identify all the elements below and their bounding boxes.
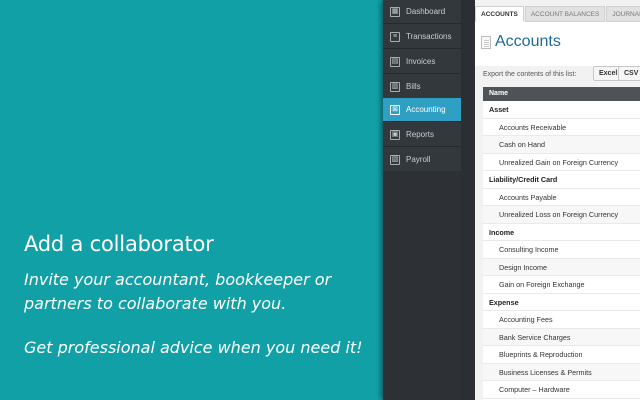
page-title: Accounts: [495, 33, 561, 50]
sidebar-item-label: Dashboard: [406, 7, 446, 16]
tab-accounts[interactable]: ACCOUNTS: [475, 6, 524, 22]
account-group-row: Liability/Credit Card: [483, 171, 640, 189]
sidebar-item-label: Payroll: [406, 155, 431, 164]
tab-journal[interactable]: JOURNAL: [606, 6, 640, 22]
accounts-table: Name Asset Accounts Receivable Cash on Han…: [483, 87, 640, 400]
accounting-icon: ⊠: [390, 104, 400, 115]
tab-account-balances[interactable]: ACCOUNT BALANCES: [524, 6, 606, 22]
bill-icon: ▥: [390, 81, 400, 92]
invoice-icon: ▤: [390, 56, 400, 67]
account-row[interactable]: Cash on Hand: [483, 136, 640, 154]
sidebar-item-dashboard[interactable]: ▦ Dashboard: [383, 0, 461, 24]
main-content: ACCOUNTS ACCOUNT BALANCES JOURNAL Accoun…: [475, 0, 640, 400]
account-row[interactable]: Accounts Receivable: [483, 118, 640, 136]
sidebar-item-label: Transactions: [406, 32, 452, 41]
sidebar: ▦ Dashboard ≡ Transactions ▤ Invoices ▥ …: [383, 0, 461, 400]
account-row[interactable]: Computer – Hardware: [483, 381, 640, 399]
sidebar-item-invoices[interactable]: ▤ Invoices: [383, 50, 461, 74]
promo-title: Add a collaborator: [24, 232, 214, 256]
sidebar-item-bills[interactable]: ▥ Bills: [383, 75, 461, 99]
account-row[interactable]: Gain on Foreign Exchange: [483, 276, 640, 294]
account-row[interactable]: Consulting Income: [483, 241, 640, 259]
account-group-row: Expense: [483, 293, 640, 311]
promo-panel: Add a collaborator Invite your accountan…: [0, 0, 383, 400]
sidebar-item-label: Invoices: [406, 57, 436, 66]
sidebar-item-transactions[interactable]: ≡ Transactions: [383, 25, 461, 49]
reports-icon: ▣: [390, 129, 400, 140]
account-row[interactable]: Accounts Payable: [483, 188, 640, 206]
sidebar-item-label: Bills: [406, 82, 421, 91]
list-icon: ≡: [390, 31, 400, 42]
export-csv-button[interactable]: CSV: [618, 66, 640, 81]
sidebar-item-label: Reports: [406, 130, 435, 139]
export-label: Export the contents of this list:: [483, 71, 577, 78]
promo-tagline: Get professional advice when you need it…: [24, 338, 363, 357]
table-body: Asset Accounts Receivable Cash on Hand Unre…: [483, 101, 640, 399]
sidebar-item-label: Accounting: [406, 105, 446, 114]
promo-description: Invite your accountant, bookkeeper or pa…: [24, 270, 332, 313]
account-row[interactable]: Design Income: [483, 258, 640, 276]
sidebar-item-reports[interactable]: ▣ Reports: [383, 123, 461, 147]
account-row[interactable]: Blueprints & Reproduction: [483, 346, 640, 364]
account-row[interactable]: Business Licenses & Permits: [483, 363, 640, 381]
tab-bar: ACCOUNTS ACCOUNT BALANCES JOURNAL: [475, 6, 640, 22]
account-group-row: Asset: [483, 101, 640, 119]
document-icon: [481, 36, 491, 49]
account-row[interactable]: Bank Service Charges: [483, 328, 640, 346]
account-group-row: Income: [483, 223, 640, 241]
sidebar-item-payroll[interactable]: ▧ Payroll: [383, 148, 461, 172]
sidebar-background: [383, 171, 461, 400]
payroll-icon: ▧: [390, 154, 400, 165]
account-row[interactable]: Unrealized Loss on Foreign Currency: [483, 206, 640, 224]
app-screenshot: ▦ Dashboard ≡ Transactions ▤ Invoices ▥ …: [383, 0, 640, 400]
account-row[interactable]: Unrealized Gain on Foreign Currency: [483, 153, 640, 171]
table-header-name[interactable]: Name: [483, 87, 640, 101]
sidebar-item-accounting[interactable]: ⊠ Accounting: [383, 98, 461, 122]
dashboard-icon: ▦: [390, 6, 400, 17]
account-row[interactable]: Accounting Fees: [483, 311, 640, 329]
